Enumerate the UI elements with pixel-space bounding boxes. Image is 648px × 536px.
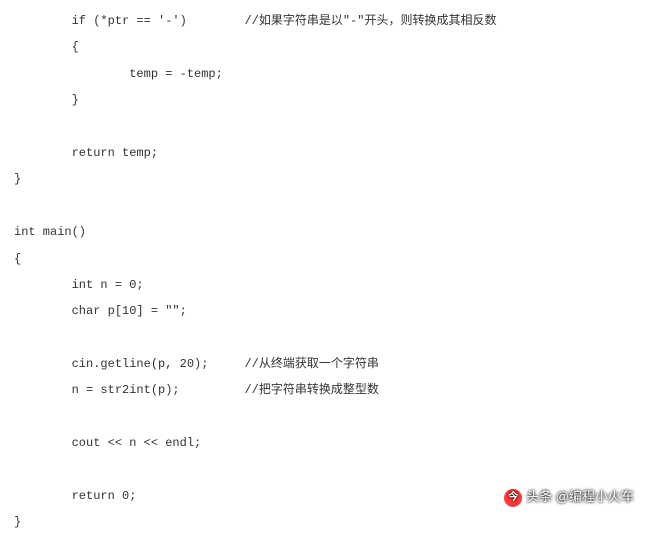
code-line: temp = -temp; [14,67,223,81]
code-line: int n = 0; [14,278,144,292]
code-line: cout << n << endl; [14,436,201,450]
code-line: } [14,172,21,186]
watermark: 今 头条 @编程小火车 [504,483,634,512]
code-line: char p[10] = ""; [14,304,187,318]
toutiao-icon: 今 [504,489,522,507]
watermark-text: 头条 @编程小火车 [526,483,634,512]
code-line: n = str2int(p); //把字符串转换成整型数 [14,383,379,397]
code-line: cin.getline(p, 20); //从终端获取一个字符串 [14,357,379,371]
code-line: { [14,40,79,54]
code-line: } [14,515,21,529]
code-line: return temp; [14,146,158,160]
code-line: if (*ptr == '-') //如果字符串是以"-"开头，则转换成其相反数 [14,14,496,28]
code-line: } [14,93,79,107]
code-line: return 0; [14,489,136,503]
code-line: int main() [14,225,86,239]
code-line: { [14,252,21,266]
code-block: if (*ptr == '-') //如果字符串是以"-"开头，则转换成其相反数… [14,8,634,536]
